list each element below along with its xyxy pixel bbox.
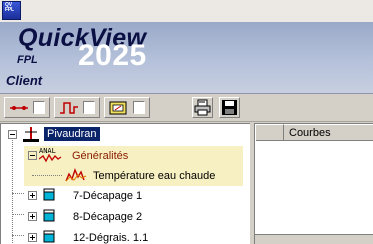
- tree-node-label: 8-Décapage 2: [73, 211, 143, 223]
- toolbar: [0, 94, 373, 122]
- tank-icon: [43, 188, 55, 201]
- tree-node-label: 12-Dégrais. 1.1: [73, 232, 149, 244]
- tree-node-decapage-1[interactable]: 7-Décapage 1: [1, 186, 250, 206]
- save-icon: [222, 100, 237, 115]
- quickview-client-window: QV FPL QuickView 2025 FPL Client Pivaudr…: [0, 0, 373, 244]
- plant-icon: [23, 127, 39, 142]
- banner-year: 2025: [78, 39, 147, 72]
- grid-corner-cell[interactable]: [255, 124, 284, 141]
- toggle-digital-signals-checkbox[interactable]: [33, 101, 45, 114]
- tank-icon: [43, 209, 55, 222]
- save-button[interactable]: [219, 97, 240, 118]
- tree-node-label: Pivaudran: [44, 127, 100, 141]
- printer-icon: [194, 99, 211, 116]
- banner-role: Client: [6, 73, 43, 88]
- expand-toggle[interactable]: [28, 233, 37, 242]
- toggle-analog-button[interactable]: [104, 97, 150, 118]
- curves-grid[interactable]: Courbes: [254, 123, 373, 244]
- tree-node-decapage-2[interactable]: 8-Décapage 2: [1, 207, 250, 227]
- toggle-digital-signals-button[interactable]: [4, 97, 50, 118]
- expand-toggle[interactable]: [28, 191, 37, 200]
- grid-scrollbar[interactable]: [255, 234, 373, 244]
- signal-dots-icon: [10, 106, 28, 110]
- toggle-analog-checkbox[interactable]: [133, 101, 145, 114]
- tree-node-label: 7-Décapage 1: [73, 190, 143, 202]
- collapse-toggle[interactable]: [8, 130, 17, 139]
- grid-header: Courbes: [255, 124, 373, 141]
- collapse-toggle[interactable]: [28, 151, 37, 160]
- column-header-label: Courbes: [289, 127, 331, 139]
- title-strip: QV FPL: [0, 0, 373, 22]
- tree-node-label: Généralités: [72, 150, 129, 162]
- analog-group-icon: ANAL: [39, 147, 62, 163]
- app-banner: QuickView 2025 FPL Client: [0, 22, 373, 94]
- tree-node-item[interactable]: Température eau chaude: [1, 166, 250, 186]
- expand-toggle[interactable]: [28, 212, 37, 221]
- tree-node-root[interactable]: Pivaudran: [1, 126, 250, 146]
- toggle-square-wave-button[interactable]: [54, 97, 100, 118]
- tree-connector: [32, 175, 62, 176]
- tank-icon: [43, 230, 55, 243]
- tree-node-group[interactable]: ANAL Généralités: [1, 146, 250, 166]
- temperature-curve-icon: [65, 168, 87, 182]
- analog-meter-icon: [109, 101, 127, 115]
- tree-node-degraissage-1-1[interactable]: 12-Dégrais. 1.1: [1, 228, 250, 244]
- app-icon-label: QV FPL: [5, 2, 14, 13]
- banner-subtitle: FPL: [17, 54, 38, 66]
- column-header-courbes[interactable]: Courbes: [284, 124, 373, 141]
- print-button[interactable]: [192, 97, 213, 118]
- tree-node-label: Température eau chaude: [93, 170, 216, 182]
- analog-group-icon-label: ANAL: [39, 147, 56, 155]
- tree-view[interactable]: Pivaudran ANAL Généralités Température e…: [0, 123, 250, 244]
- square-wave-icon: [60, 102, 78, 114]
- app-icon[interactable]: QV FPL: [2, 1, 21, 20]
- toggle-square-wave-checkbox[interactable]: [83, 101, 95, 114]
